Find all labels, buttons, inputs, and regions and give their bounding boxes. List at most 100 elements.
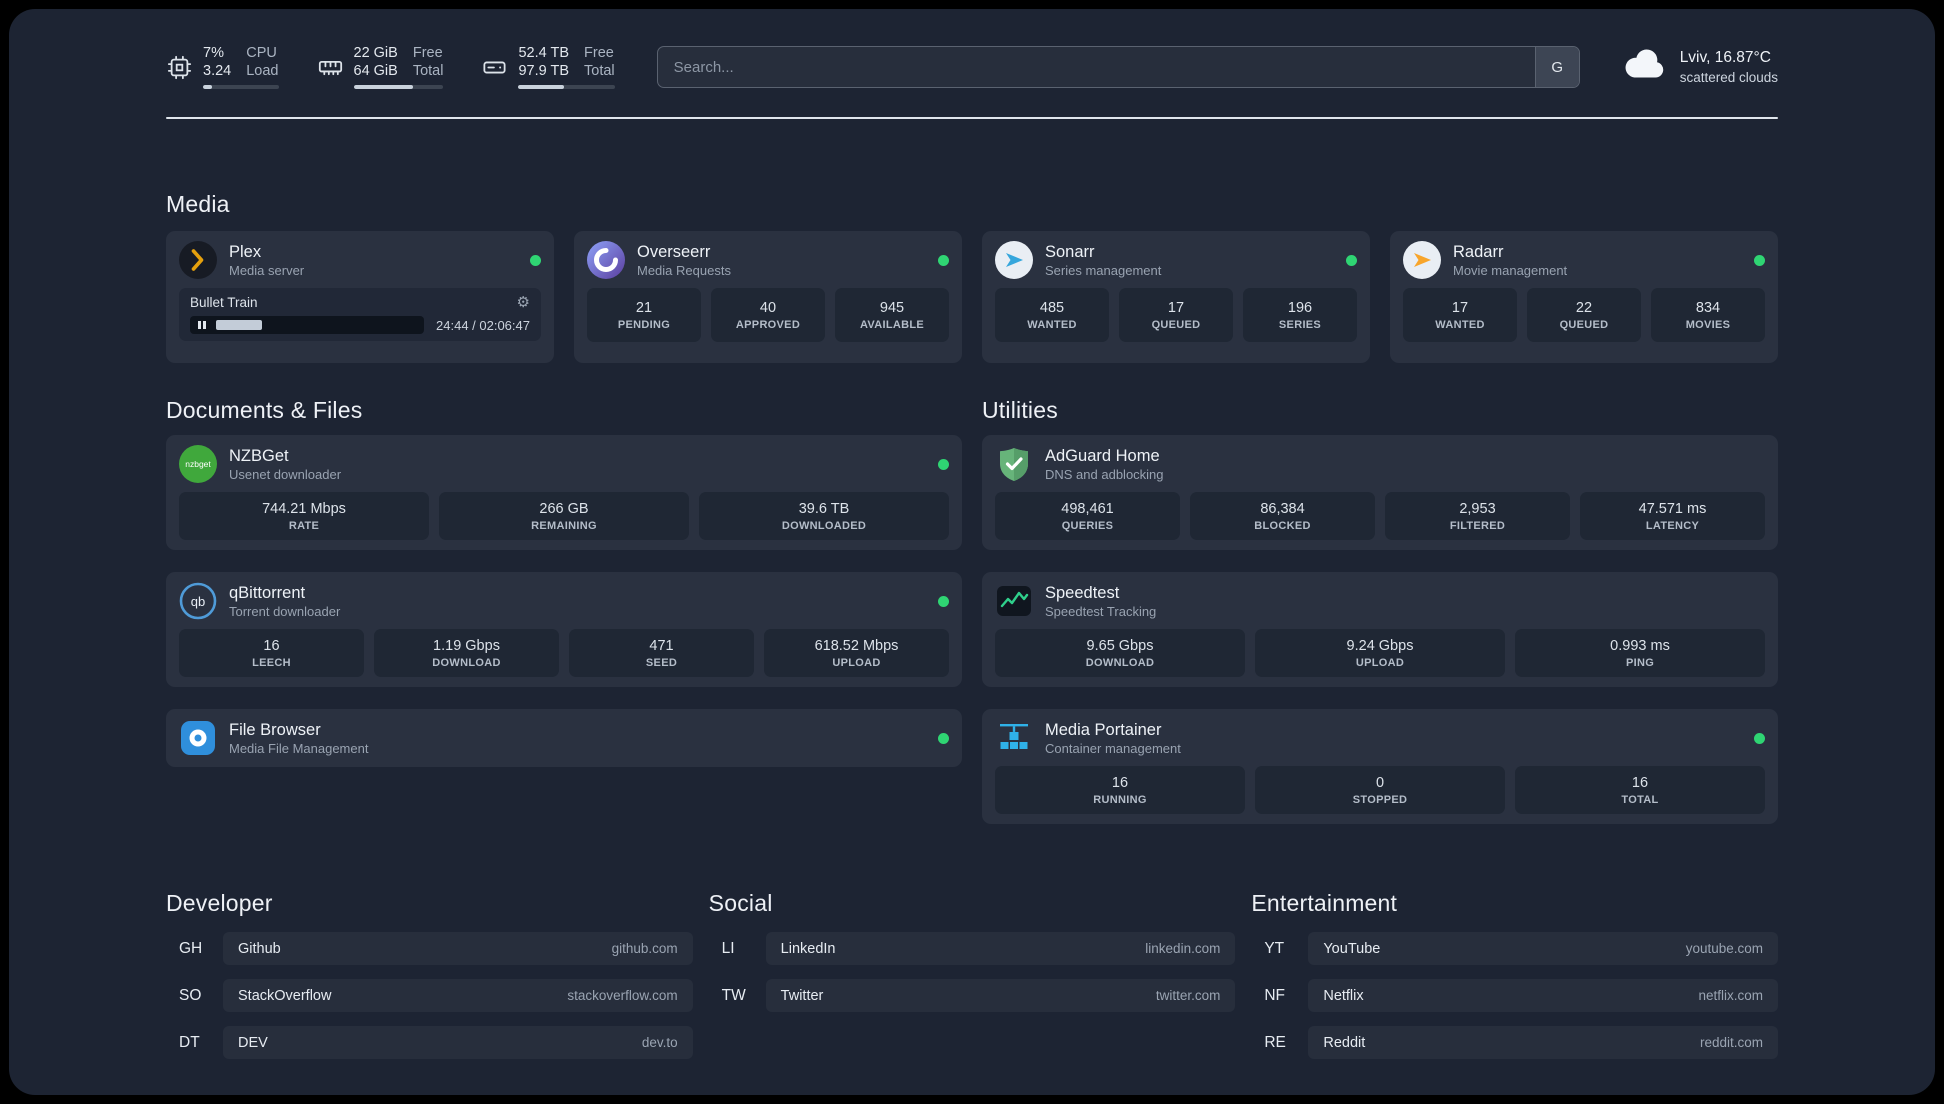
bookmark-row: RE Reddit reddit.com [1251,1026,1779,1059]
stats-row: 498,461 QUERIES 86,384 BLOCKED 2,953 FILTER… [995,492,1765,540]
bookmark-abbr: DT [179,1033,200,1051]
stat-label: RATE [288,519,320,532]
svg-text:qb: qb [191,594,205,609]
stat-value: 744.21 Mbps [262,500,346,517]
memory-widget: 22 GiB Free 64 GiB Total [317,45,444,89]
qbittorrent-icon: qb [179,582,217,620]
stat-tile: 498,461 QUERIES [995,492,1180,540]
service-name: qBittorrent [229,584,306,602]
service-card-radarr[interactable]: Radarr Movie management 17 WANTED 22 QUEUE… [1390,231,1778,363]
bookmark-row: SO StackOverflow stackoverflow.com [166,979,693,1012]
stats-row: 16 RUNNING 0 STOPPED 16 TOTAL [995,766,1765,814]
service-card-plex[interactable]: Plex Media server Bullet Train ⚙ 24:44 /… [166,231,554,363]
service-card-filebrowser[interactable]: File Browser Media File Management [166,709,962,767]
stat-tile: 16 LEECH [179,629,364,677]
service-name: File Browser [229,721,321,739]
bookmark-group-developer: Developer GH Github github.com SO StackO… [166,890,693,1073]
stat-value: 9.24 Gbps [1346,637,1414,654]
playback-progress-bar[interactable] [190,316,425,334]
bookmark-link-linkedin[interactable]: LinkedIn linkedin.com [765,932,1236,965]
section-title-utilities: Utilities [982,397,1058,423]
bookmark-abbr: NF [1264,986,1286,1004]
memory-free-label: Free [412,45,443,61]
memory-icon [317,54,344,81]
service-name: AdGuard Home [1045,447,1160,465]
stats-row: 21 PENDING 40 APPROVED 945 AVAILABLE [587,288,949,342]
service-name: NZBGet [229,447,289,465]
stat-label: SERIES [1278,318,1322,331]
service-card-portainer[interactable]: Media Portainer Container management 16 R… [982,709,1778,824]
topbar: 7% CPU 3.24 Load 22 GiB Free 64 GiB Tota… [166,39,1778,95]
pause-icon[interactable] [198,321,206,329]
search-provider-button[interactable]: G [1534,47,1579,87]
service-name: Media Portainer [1045,721,1162,739]
stat-label: PING [1625,656,1655,669]
service-desc: Series management [1045,263,1162,278]
disk-free-value: 52.4 TB [518,45,570,61]
bookmark-row: LI LinkedIn linkedin.com [709,932,1236,965]
service-card-overseerr[interactable]: Overseerr Media Requests 21 PENDING 40 APP… [574,231,962,363]
service-card-sonarr[interactable]: Sonarr Series management 485 WANTED 17 QUE… [982,231,1370,363]
stat-label: UPLOAD [832,656,881,669]
bookmark-abbr: YT [1264,939,1285,957]
overseerr-icon [587,241,625,279]
stat-value: 618.52 Mbps [814,637,899,654]
card-header: Overseerr Media Requests [587,241,949,279]
service-card-qbittorrent[interactable]: qb qBittorrent Torrent downloader 16 LEEC… [166,572,962,687]
stat-tile: 0 STOPPED [1255,766,1505,814]
bookmark-link-youtube[interactable]: YouTube youtube.com [1308,932,1779,965]
bookmark-link-github[interactable]: Github github.com [223,932,693,965]
search-input[interactable] [656,46,1580,88]
stat-tile: 744.21 Mbps RATE [179,492,429,540]
bookmark-group-social: Social LI LinkedIn linkedin.com TW Twitt… [709,890,1236,1073]
bookmark-link-stackoverflow[interactable]: StackOverflow stackoverflow.com [223,979,693,1012]
memory-progress-bar [353,85,444,89]
status-dot [938,254,949,266]
card-header: Plex Media server [179,241,541,279]
card-header: Radarr Movie management [1403,241,1765,279]
stat-tile: 47.571 ms LATENCY [1580,492,1765,540]
stat-tile: 17 WANTED [1403,288,1517,342]
search-bar: G [656,46,1580,88]
card-header: qb qBittorrent Torrent downloader [179,582,949,620]
disk-total-label: Total [584,63,615,79]
bookmark-link-netflix[interactable]: Netflix netflix.com [1308,979,1779,1012]
settings-gear-icon[interactable]: ⚙ [517,295,530,310]
bookmark-link-reddit[interactable]: Reddit reddit.com [1308,1026,1779,1059]
bookmark-link-twitter[interactable]: Twitter twitter.com [765,979,1236,1012]
service-card-adguard[interactable]: AdGuard Home DNS and adblocking 498,461 Q… [982,435,1778,550]
cloud-icon [1622,48,1668,87]
status-dot [938,595,949,607]
bookmark-group-entertainment: Entertainment YT YouTube youtube.com NF … [1251,890,1779,1073]
stat-tile: 196 SERIES [1243,288,1357,342]
card-header: File Browser Media File Management [179,719,949,757]
utilities-column: Utilities AdGuard Home DNS and adblockin… [982,397,1778,824]
system-widgets: 7% CPU 3.24 Load 22 GiB Free 64 GiB Tota… [166,45,615,89]
now-playing-title: Bullet Train [190,295,258,310]
stat-label: TOTAL [1621,793,1659,806]
bookmark-link-dev[interactable]: DEV dev.to [223,1026,693,1059]
stat-tile: 17 QUEUED [1119,288,1233,342]
bookmark-row: GH Github github.com [166,932,693,965]
service-card-speedtest[interactable]: Speedtest Speedtest Tracking 9.65 Gbps DO… [982,572,1778,687]
stat-tile: 618.52 Mbps UPLOAD [764,629,949,677]
service-name: Sonarr [1045,243,1095,261]
stat-tile: 945 AVAILABLE [835,288,949,342]
bookmark-url: twitter.com [1155,988,1221,1003]
stat-tile: 485 WANTED [995,288,1109,342]
card-header: nzbget NZBGet Usenet downloader [179,445,949,483]
stat-label: LATENCY [1645,519,1700,532]
stat-value: 16 [263,637,280,654]
bookmark-row: TW Twitter twitter.com [709,979,1236,1012]
stat-label: WANTED [1027,318,1077,331]
stat-value: 196 [1287,299,1313,316]
status-dot [530,254,541,266]
stat-value: 17 [1451,299,1469,316]
filebrowser-icon [179,719,217,757]
service-card-nzbget[interactable]: nzbget NZBGet Usenet downloader 744.21 M… [166,435,962,550]
stat-label: DOWNLOADED [781,519,867,532]
status-dot [938,732,949,744]
stat-label: APPROVED [735,318,801,331]
section-title-developer: Developer [166,890,273,916]
stat-value: 485 [1039,299,1065,316]
